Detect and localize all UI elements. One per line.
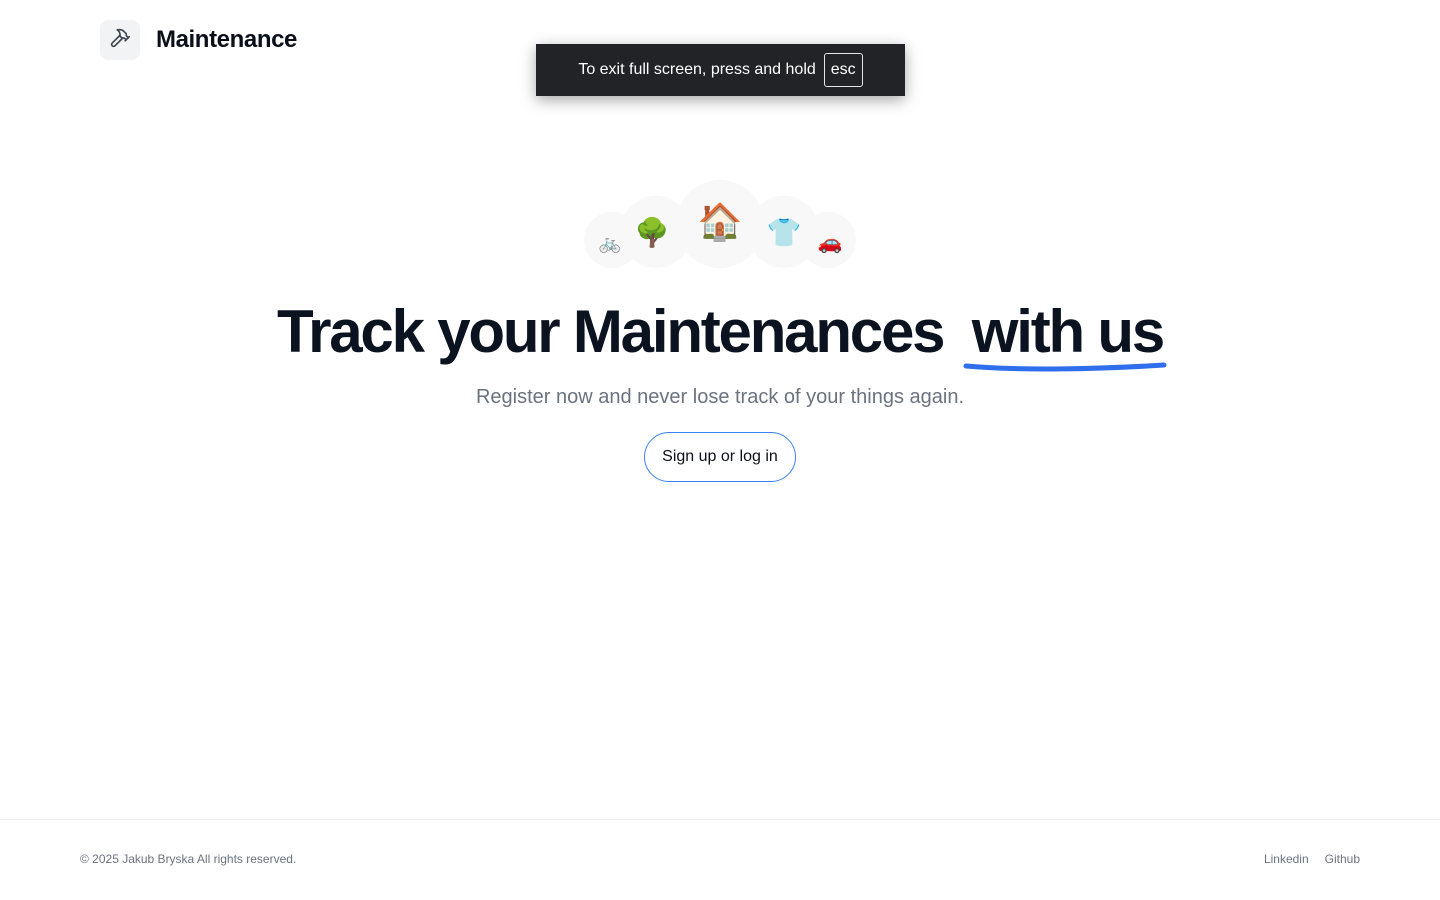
headline-accent-text: with us [971, 298, 1165, 365]
sign-up-login-button[interactable]: Sign up or log in [644, 432, 796, 482]
house-icon: 🏠 [697, 201, 743, 242]
copyright-text: © 2025 Jakub Bryska All rights reserved. [80, 852, 297, 866]
landing-page: Maintenance To exit full screen, press a… [0, 0, 1440, 900]
hero-headline: Track your Maintenances with us [0, 296, 1440, 372]
house-bubble: 🏠 [676, 180, 764, 268]
emoji-cluster: 🚲 🚗 🌳 👕 🏠 [0, 0, 1440, 300]
bicycle-icon: 🚲 [598, 232, 622, 253]
footer-divider [0, 819, 1440, 820]
headline-accent: with us [963, 296, 1167, 372]
accent-underline [963, 362, 1167, 372]
shirt-icon: 👕 [766, 216, 802, 248]
tree-icon: 🌳 [634, 216, 670, 248]
headline-main: Track your Maintenances [276, 298, 946, 365]
footer-links: Linkedin Github [1264, 852, 1360, 866]
car-icon: 🚗 [817, 231, 843, 254]
linkedin-link[interactable]: Linkedin [1264, 852, 1309, 866]
github-link[interactable]: Github [1325, 852, 1360, 866]
hero-subtitle: Register now and never lose track of you… [475, 386, 965, 408]
